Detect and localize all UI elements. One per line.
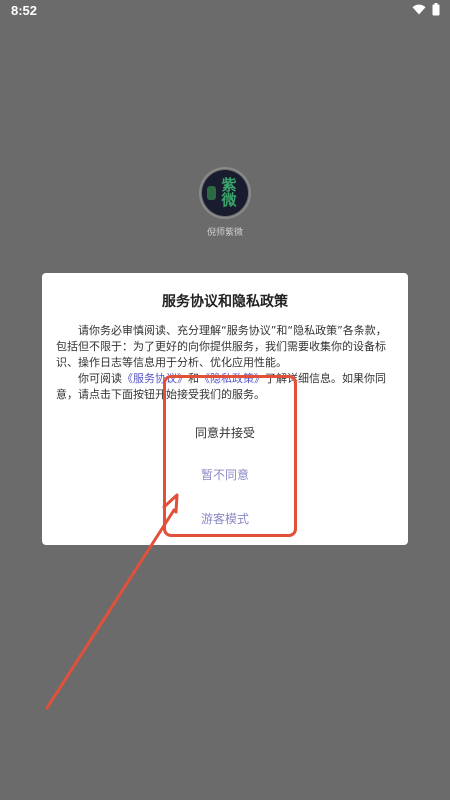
service-agreement-link[interactable]: 《服务协议》 xyxy=(122,372,188,385)
app-name: 倪师紫微 xyxy=(206,228,243,238)
para2-and: 和 xyxy=(188,372,199,385)
dialog-paragraph-1: 请你务必审慎阅读、充分理解“服务协议”和“隐私政策”各条款，包括但不限于：为了更… xyxy=(56,324,387,369)
status-icons xyxy=(412,3,440,16)
logo-text: 紫微 xyxy=(221,176,237,209)
privacy-dialog: 服务协议和隐私政策 请你务必审慎阅读、充分理解“服务协议”和“隐私政策”各条款，… xyxy=(42,273,408,545)
logo-emblem: 紫微 xyxy=(202,170,248,216)
status-bar: 8:52 xyxy=(0,0,450,22)
para2-prefix: 你可阅读 xyxy=(78,372,122,385)
privacy-policy-link[interactable]: 《隐私政策》 xyxy=(199,372,265,385)
app-logo: 紫微 xyxy=(199,167,251,219)
dialog-paragraph-2: 你可阅读《服务协议》和《隐私政策》了解详细信息。如果你同意，请点击下面按钮开始接… xyxy=(56,371,396,403)
guest-mode-button[interactable]: 游客模式 xyxy=(42,501,408,537)
dialog-body: 请你务必审慎阅读、充分理解“服务协议”和“隐私政策”各条款，包括但不限于：为了更… xyxy=(56,323,396,403)
accept-button[interactable]: 同意并接受 xyxy=(42,415,408,451)
status-time: 8:52 xyxy=(11,3,38,18)
logo-badge-icon xyxy=(207,186,216,200)
battery-icon xyxy=(432,3,440,16)
dialog-title: 服务协议和隐私政策 xyxy=(162,294,288,310)
wifi-icon xyxy=(412,4,426,15)
decline-button[interactable]: 暂不同意 xyxy=(42,457,408,493)
